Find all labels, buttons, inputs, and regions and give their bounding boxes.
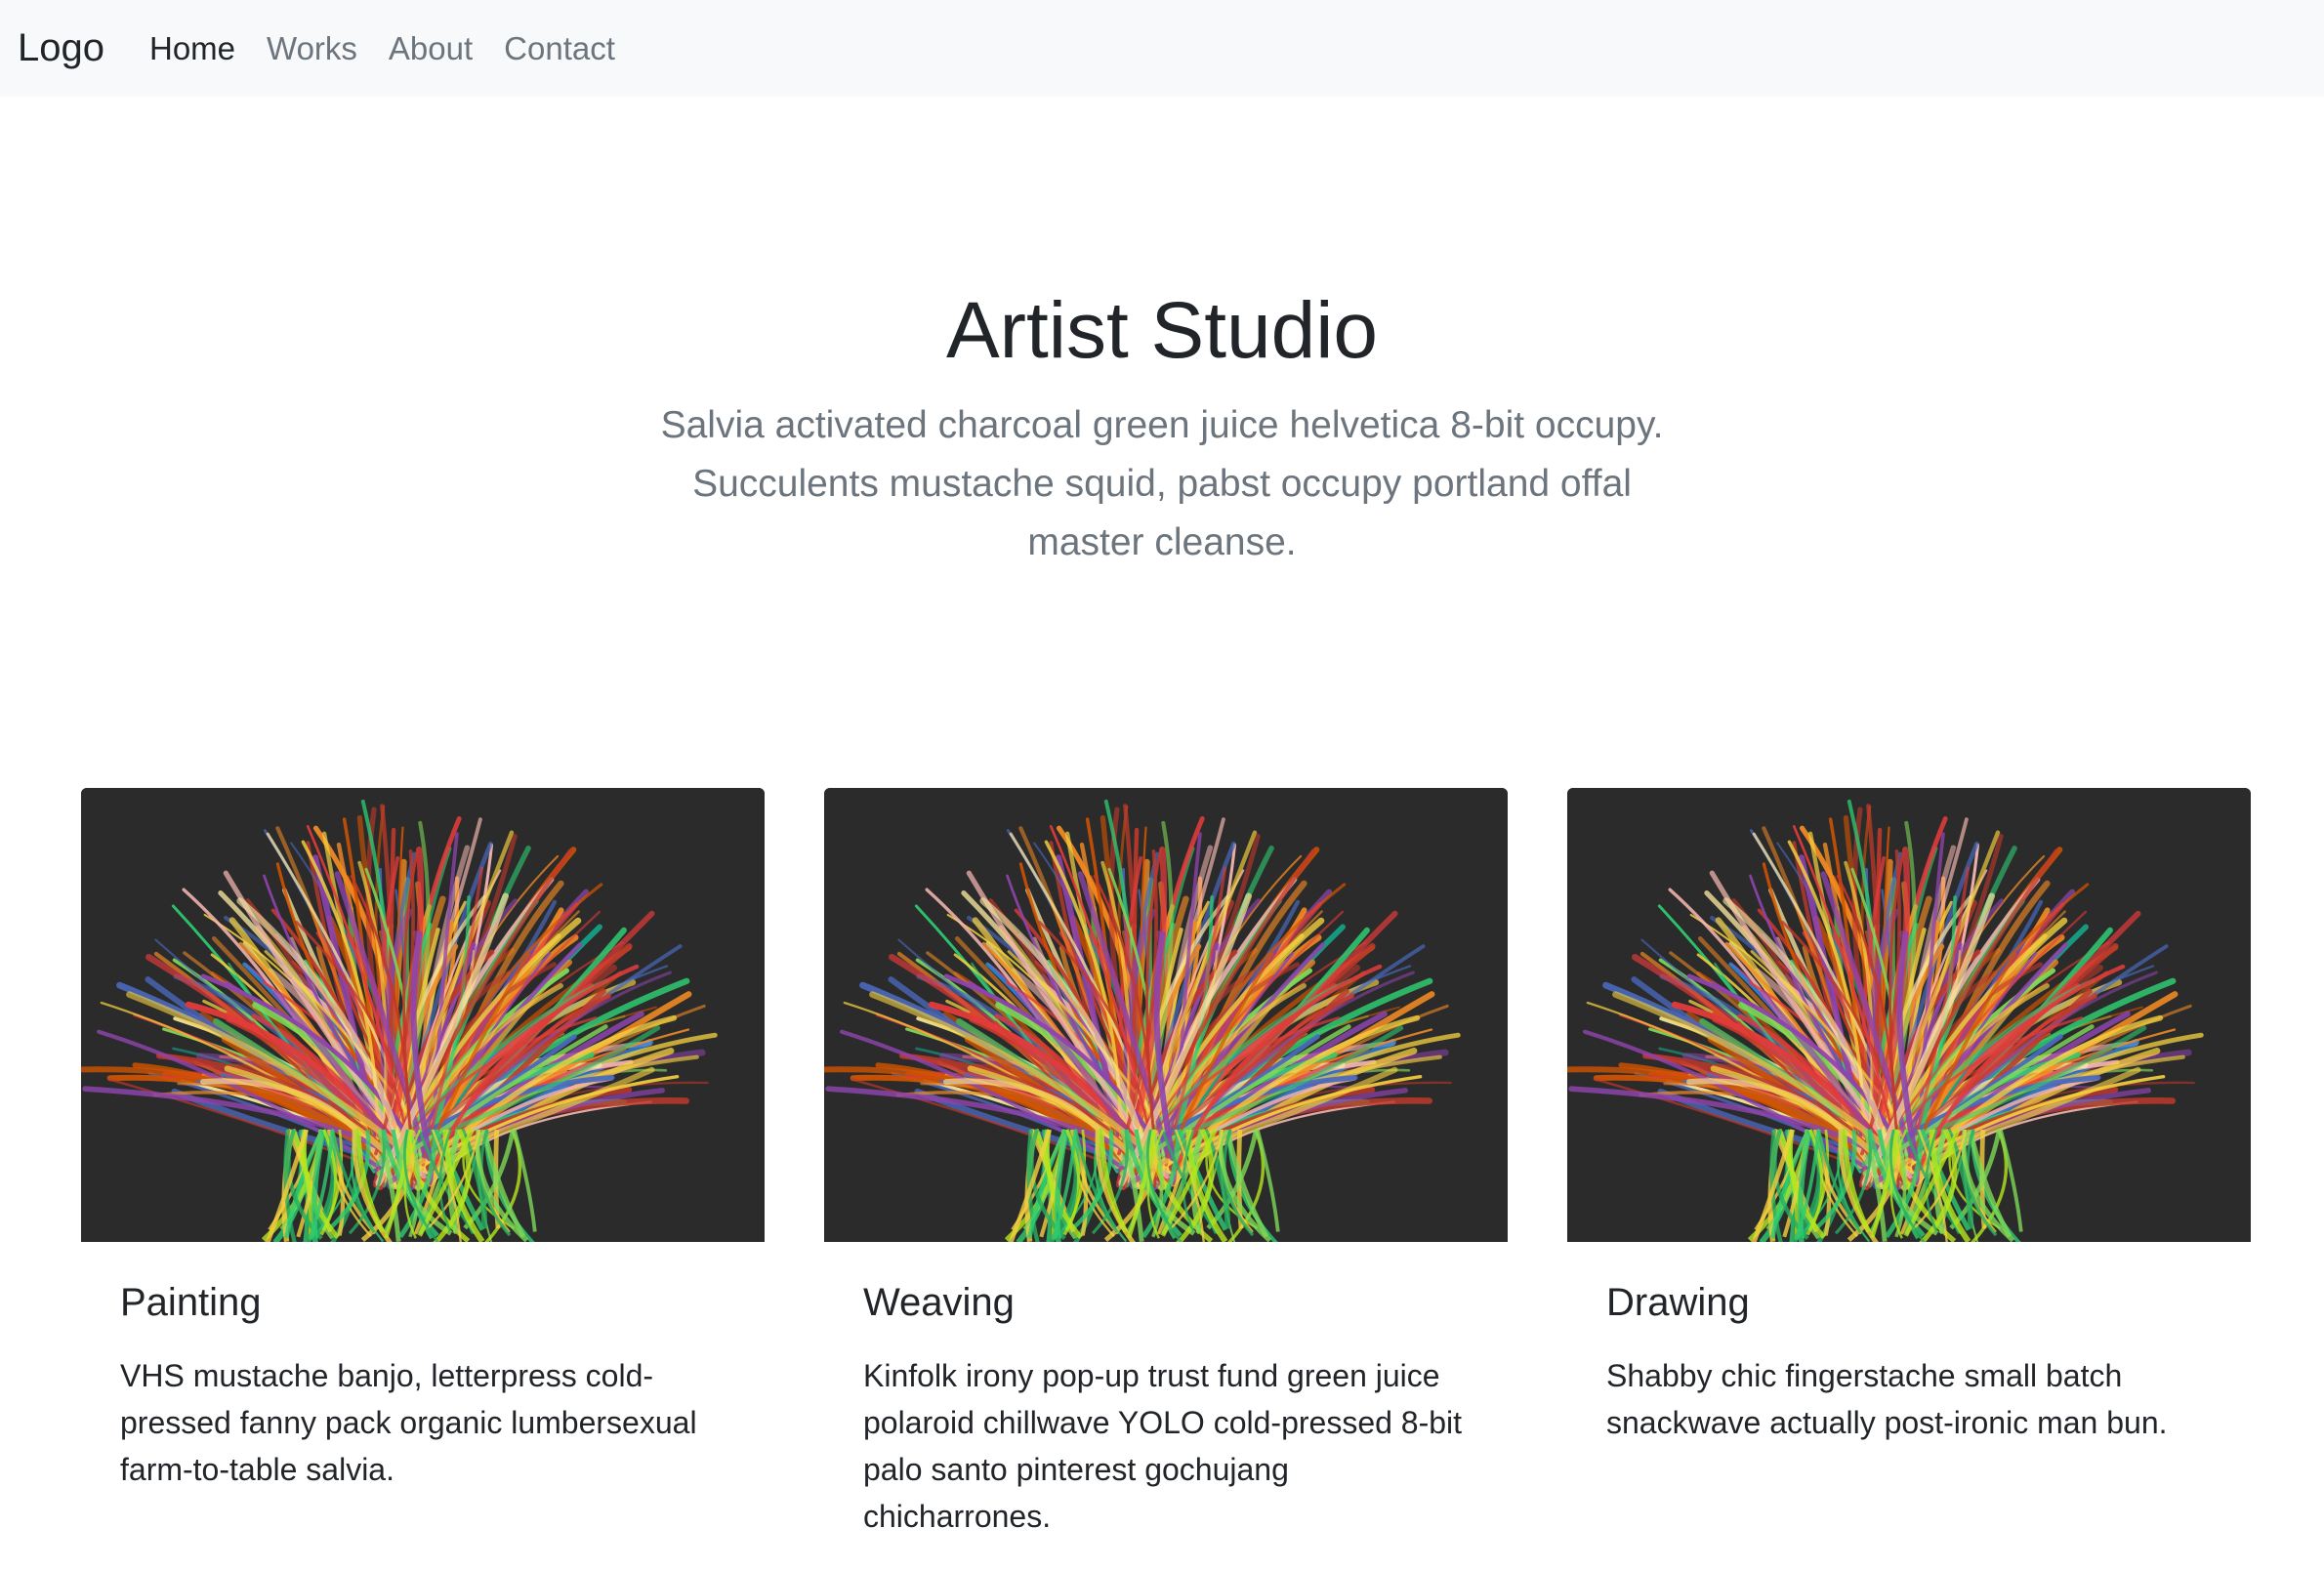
nav-item-contact: Contact — [504, 30, 646, 67]
nav-item-home: Home — [149, 30, 267, 67]
brand-logo-link[interactable]: Logo — [18, 26, 104, 70]
brain-fibre-illustration — [824, 788, 1508, 1242]
hero-section: Artist Studio Salvia activated charcoal … — [0, 283, 2324, 572]
card-title: Weaving — [863, 1281, 1015, 1324]
card-image — [1567, 788, 2251, 1242]
nav-link-works[interactable]: Works — [267, 30, 357, 66]
nav-links: Home Works About Contact — [149, 30, 646, 67]
nav-link-about[interactable]: About — [389, 30, 473, 66]
card-painting: Painting VHS mustache banjo, letterpress… — [81, 788, 765, 1540]
nav-link-home[interactable]: Home — [149, 30, 235, 66]
card-weaving: Weaving Kinfolk irony pop-up trust fund … — [824, 788, 1508, 1540]
brain-fibre-illustration — [1567, 788, 2251, 1242]
card-title: Painting — [120, 1281, 262, 1324]
card-image — [81, 788, 765, 1242]
card-text: VHS mustache banjo, letterpress cold-pre… — [120, 1358, 697, 1487]
brain-fibre-illustration — [81, 788, 765, 1242]
card-body: Weaving Kinfolk irony pop-up trust fund … — [824, 1242, 1508, 1540]
page-title: Artist Studio — [945, 286, 1379, 375]
card-body: Painting VHS mustache banjo, letterpress… — [81, 1242, 765, 1493]
navbar: Logo Home Works About Contact — [0, 0, 2324, 97]
nav-link-contact[interactable]: Contact — [504, 30, 615, 66]
card-body: Drawing Shabby chic fingerstache small b… — [1567, 1242, 2251, 1446]
nav-item-about: About — [389, 30, 504, 67]
card-title: Drawing — [1606, 1281, 1750, 1324]
hero-lead: Salvia activated charcoal green juice he… — [660, 404, 1664, 564]
card-text: Shabby chic fingerstache small batch sna… — [1606, 1358, 2168, 1440]
card-text: Kinfolk irony pop-up trust fund green ju… — [863, 1358, 1463, 1534]
card-drawing: Drawing Shabby chic fingerstache small b… — [1567, 788, 2251, 1540]
card-grid: Painting VHS mustache banjo, letterpress… — [81, 788, 2251, 1540]
card-image — [824, 788, 1508, 1242]
nav-item-works: Works — [267, 30, 389, 67]
